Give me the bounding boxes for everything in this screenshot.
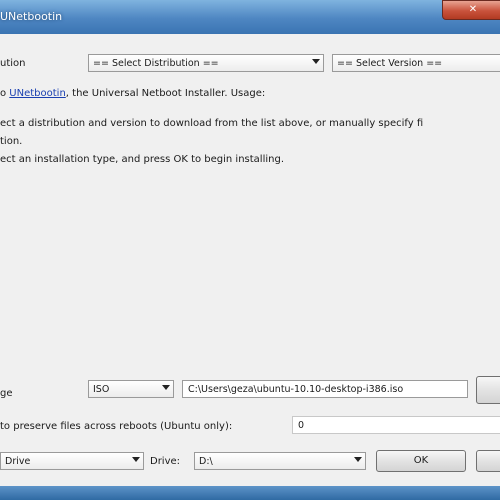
close-button[interactable]: ✕ [442,0,500,20]
instruction-line-1: ect a distribution and version to downlo… [0,118,424,129]
persistence-size-field[interactable]: 0 [292,416,500,434]
diskimage-radio-label[interactable]: ge [0,388,13,399]
diskimage-type-select[interactable]: ISO [88,380,174,398]
chevron-down-icon [162,385,170,390]
dialog-body: ution == Select Distribution == == Selec… [0,34,500,486]
intro-text: o UNetbootin, the Universal Netboot Inst… [0,88,266,99]
browse-button[interactable] [476,376,500,404]
instruction-line-2: tion. [0,136,23,147]
version-select[interactable]: == Select Version == [332,54,500,72]
window-title: UNetbootin [0,10,63,23]
chevron-down-icon [312,59,320,64]
window-frame-bottom [0,486,500,500]
persistence-label: to preserve files across reboots (Ubuntu… [0,421,233,432]
unetbootin-link[interactable]: UNetbootin [9,88,66,99]
title-bar[interactable]: UNetbootin ✕ [0,0,500,34]
drive-select[interactable]: D:\ [194,452,366,470]
chevron-down-icon [132,457,140,462]
distribution-select[interactable]: == Select Distribution == [88,54,324,72]
close-icon: ✕ [468,4,478,15]
drive-label: Drive: [150,456,181,467]
instruction-line-3: ect an installation type, and press OK t… [0,154,285,165]
target-type-select[interactable]: Drive [0,452,144,470]
distribution-radio-label[interactable]: ution [0,58,26,69]
ok-button[interactable]: OK [376,450,466,472]
diskimage-path-field[interactable]: C:\Users\geza\ubuntu-10.10-desktop-i386.… [182,380,468,398]
chevron-down-icon [354,457,362,462]
cancel-button[interactable] [476,450,500,472]
